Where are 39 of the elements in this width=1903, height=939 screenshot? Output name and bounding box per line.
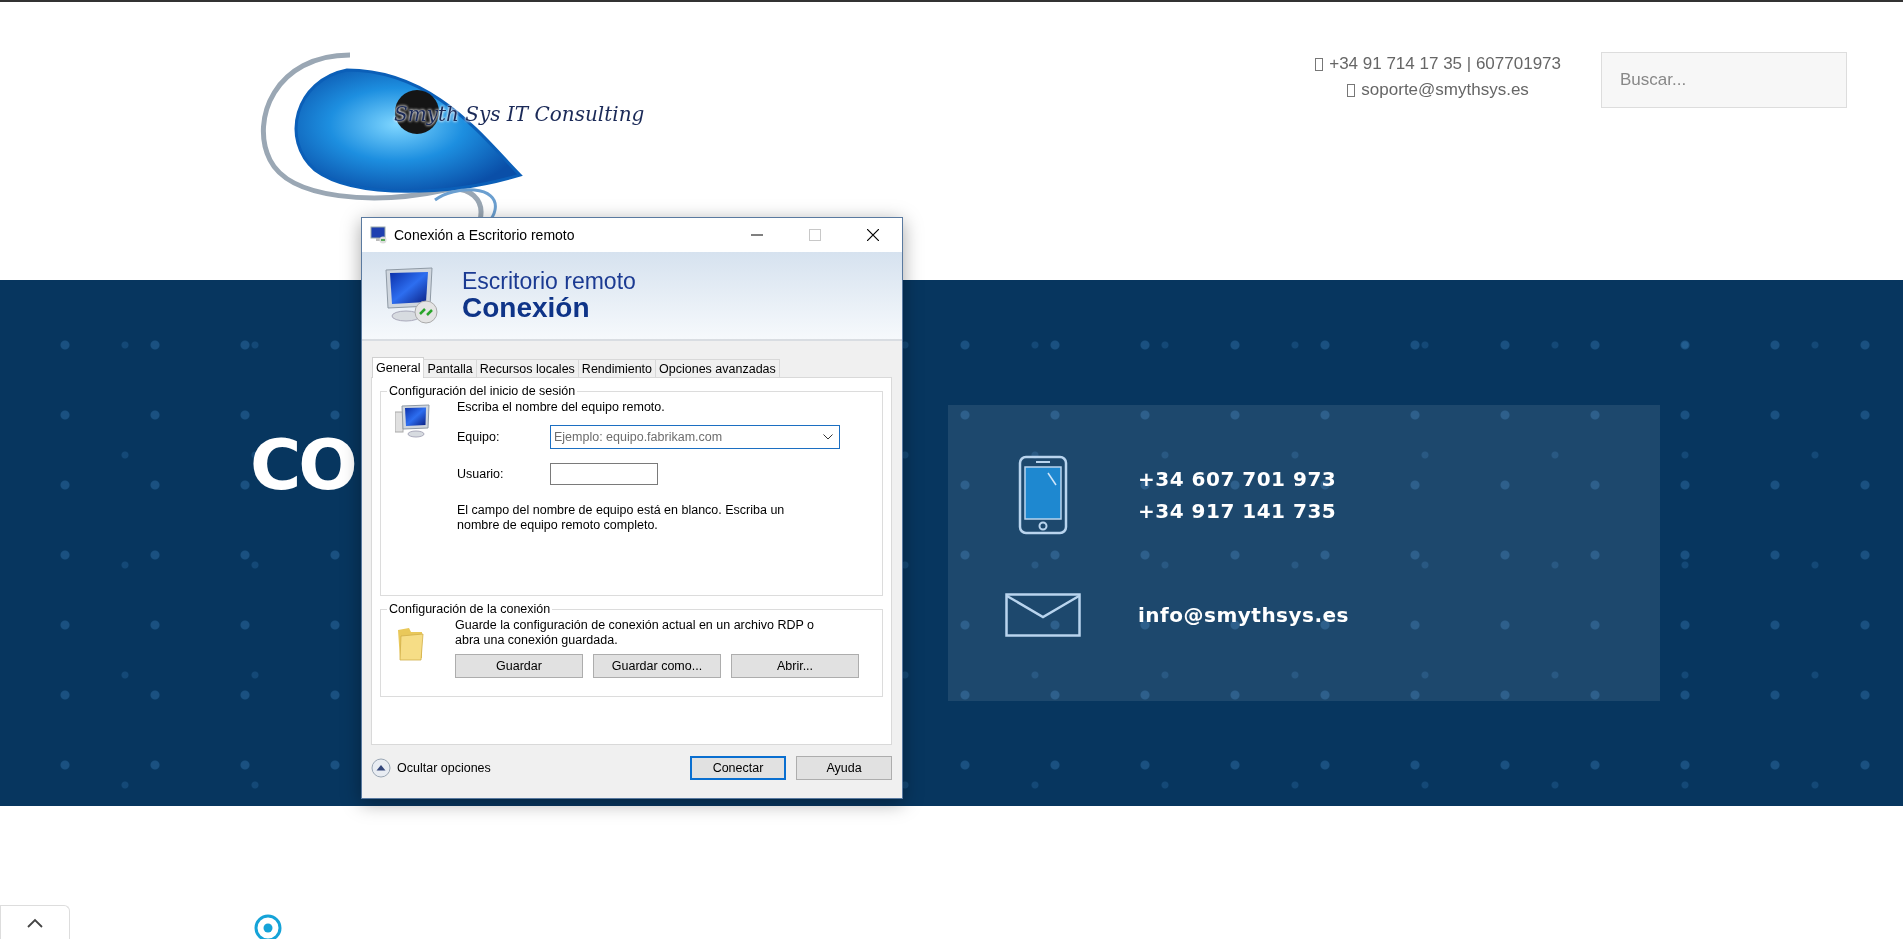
- group-title: Configuración de la conexión: [388, 602, 552, 616]
- computer-combo-box[interactable]: Ejemplo: equipo.fabrikam.com: [550, 425, 840, 449]
- banner-subtitle: Conexión: [462, 292, 591, 323]
- user-input-field[interactable]: [550, 463, 658, 485]
- dialog-button[interactable]: Guardar: [455, 654, 583, 678]
- hero-heading: CO: [250, 430, 355, 500]
- chevron-up-icon: [27, 917, 43, 928]
- instruction-text: Escriba el nombre del equipo remoto.: [457, 400, 666, 415]
- window-title: Conexión a Escritorio remoto: [394, 227, 575, 243]
- field-label: Usuario:: [457, 467, 505, 481]
- maximize-icon: [809, 229, 821, 241]
- contact-email: info@smythsys.es: [1138, 603, 1350, 627]
- collapse-up-icon: [371, 758, 391, 778]
- field-label: Equipo:: [457, 430, 501, 444]
- banner-title: Escritorio remoto: [462, 268, 636, 293]
- target-icon: [253, 913, 283, 939]
- dialog-button[interactable]: Guardar como...: [593, 654, 721, 678]
- header-phone: +34 91 714 17 35 | 607701973: [1329, 54, 1561, 74]
- dialog-button[interactable]: Conectar: [690, 756, 786, 780]
- chevron-down-icon[interactable]: [823, 434, 833, 440]
- scroll-to-top-button[interactable]: [0, 905, 70, 939]
- close-icon: [867, 229, 879, 241]
- warning-text: El campo del nombre de equipo está en blanco. Escriba un nombre de equipo remoto completo.: [457, 503, 786, 533]
- remote-desktop-icon: [370, 226, 388, 244]
- group-title: Configuración del inicio de sesión: [388, 384, 577, 398]
- description-text: Guarde la configuración de conexión actual en un archivo RDP o abra una conexión guardada.: [455, 618, 816, 648]
- hide-options-button[interactable]: Ocultar opciones: [371, 758, 491, 778]
- phone-number: +34 917 141 735: [1138, 499, 1337, 523]
- envelope-icon: [1005, 593, 1081, 637]
- computer-icon: [395, 404, 431, 438]
- tab[interactable]: Pantalla: [423, 359, 477, 377]
- dialog-button[interactable]: Ayuda: [796, 756, 892, 780]
- phone-number: +34 607 701 973: [1138, 467, 1337, 491]
- tab[interactable]: General: [372, 357, 425, 378]
- dialog-button[interactable]: Abrir...: [731, 654, 859, 678]
- search-field[interactable]: Buscar...: [1601, 52, 1847, 108]
- tab[interactable]: Opciones avanzadas: [655, 359, 780, 377]
- smartphone-icon: [1018, 455, 1068, 535]
- header-email: soporte@smythsys.es: [1361, 80, 1529, 100]
